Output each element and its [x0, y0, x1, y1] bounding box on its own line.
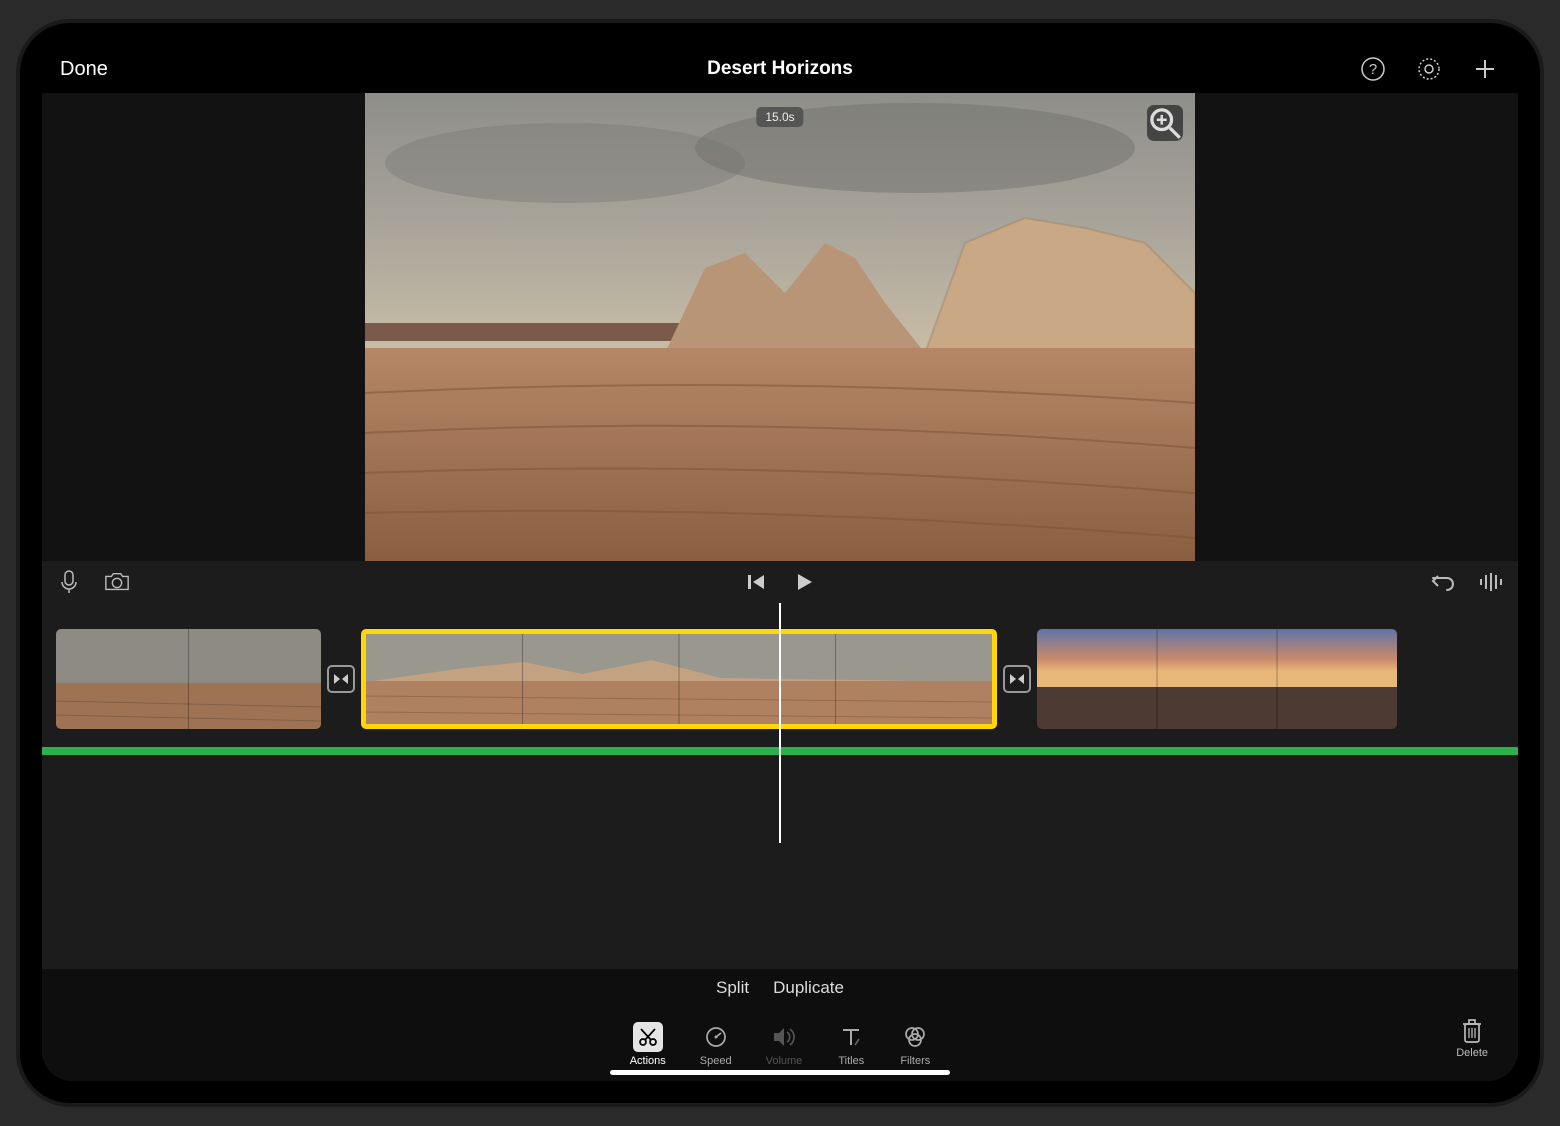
gear-icon[interactable]	[1414, 54, 1444, 84]
timeline-clip[interactable]	[56, 629, 321, 729]
clip-duration-badge: 15.0s	[756, 107, 803, 127]
tool-label: Volume	[766, 1055, 803, 1067]
split-button[interactable]: Split	[716, 978, 749, 998]
help-icon[interactable]: ?	[1358, 54, 1388, 84]
clip-actions-menu: Split Duplicate	[42, 969, 1518, 1007]
delete-label: Delete	[1456, 1047, 1488, 1059]
scissors-icon	[633, 1022, 663, 1052]
speaker-icon	[769, 1022, 799, 1052]
speedometer-icon	[701, 1022, 731, 1052]
bottom-toolbar: Actions Speed Volume	[42, 1007, 1518, 1081]
tool-titles[interactable]: Titles	[836, 1022, 866, 1067]
tool-filters[interactable]: Filters	[900, 1022, 930, 1067]
transition-icon[interactable]	[1003, 665, 1031, 693]
waveform-icon[interactable]	[1478, 569, 1504, 595]
tool-label: Speed	[700, 1055, 732, 1067]
zoom-in-button[interactable]	[1147, 105, 1183, 141]
tool-volume: Volume	[766, 1022, 803, 1067]
tool-label: Filters	[900, 1055, 930, 1067]
mic-icon[interactable]	[56, 569, 82, 595]
preview-area: 15.0s	[42, 93, 1518, 561]
home-indicator[interactable]	[610, 1070, 950, 1075]
trash-icon	[1460, 1017, 1484, 1045]
done-button[interactable]: Done	[60, 58, 108, 81]
delete-button[interactable]: Delete	[1456, 1017, 1488, 1059]
play-icon[interactable]	[791, 569, 817, 595]
header-bar: Done Desert Horizons ?	[42, 45, 1518, 93]
text-icon	[836, 1022, 866, 1052]
project-title: Desert Horizons	[707, 58, 853, 80]
tool-label: Titles	[838, 1055, 864, 1067]
preview-frame[interactable]: 15.0s	[365, 93, 1195, 561]
tool-label: Actions	[630, 1055, 666, 1067]
playhead-line[interactable]	[779, 603, 781, 843]
timeline-clip[interactable]	[361, 629, 997, 729]
playbar	[42, 561, 1518, 603]
camera-icon[interactable]	[104, 569, 130, 595]
app-screen: Done Desert Horizons ?	[42, 45, 1518, 1081]
duplicate-button[interactable]: Duplicate	[773, 978, 844, 998]
skip-previous-icon[interactable]	[743, 569, 769, 595]
tool-speed[interactable]: Speed	[700, 1022, 732, 1067]
plus-icon[interactable]	[1470, 54, 1500, 84]
filters-icon	[900, 1022, 930, 1052]
transition-icon[interactable]	[327, 665, 355, 693]
ipad-frame: Done Desert Horizons ?	[20, 23, 1540, 1103]
undo-icon[interactable]	[1430, 569, 1456, 595]
timeline[interactable]	[42, 603, 1518, 969]
tool-actions[interactable]: Actions	[630, 1022, 666, 1067]
svg-text:?: ?	[1369, 61, 1377, 78]
timeline-clip[interactable]	[1037, 629, 1397, 729]
